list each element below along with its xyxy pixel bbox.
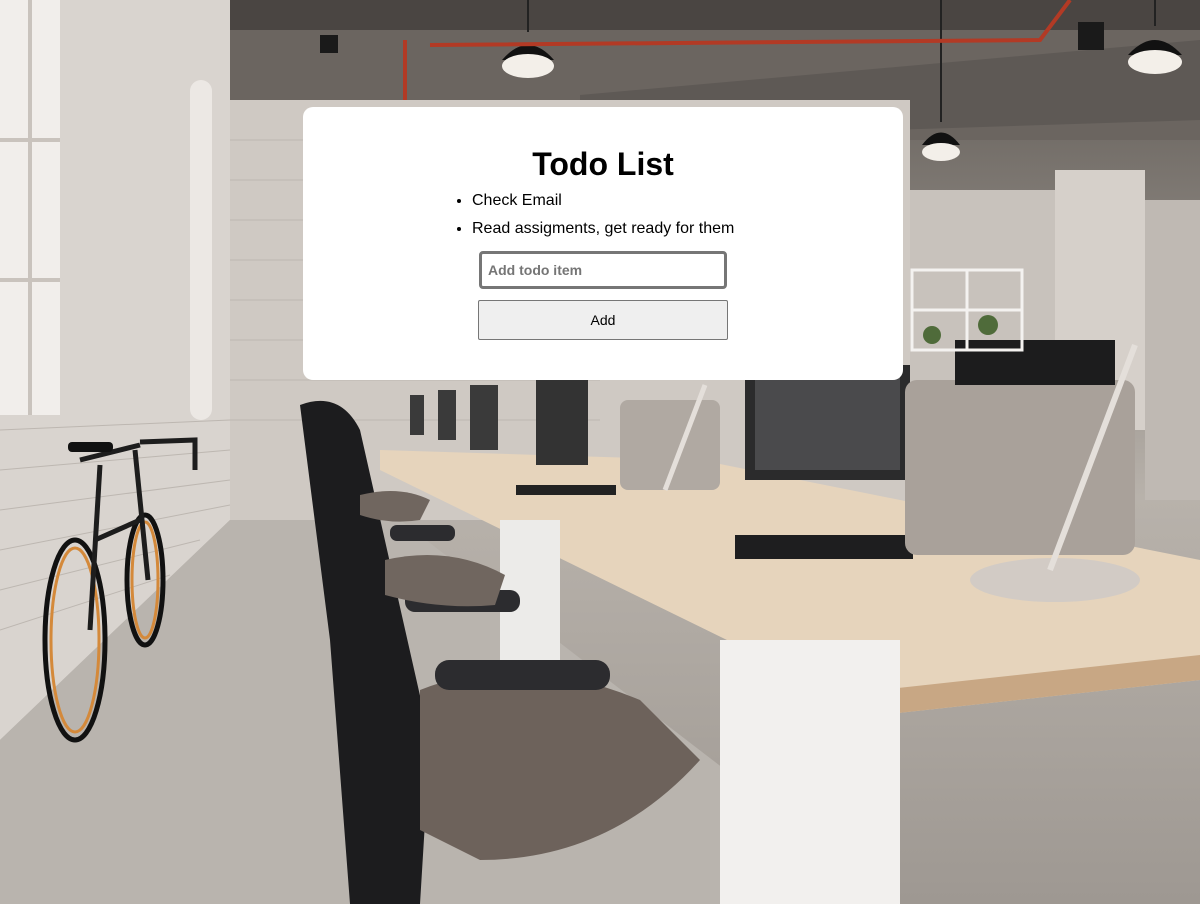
add-todo-input[interactable] [479, 251, 727, 289]
todo-card: Todo List Check Email Read assigments, g… [303, 107, 903, 380]
add-button[interactable]: Add [478, 300, 728, 340]
todo-item: Check Email [472, 191, 734, 219]
todo-list: Check Email Read assigments, get ready f… [454, 191, 734, 247]
page-title: Todo List [532, 146, 674, 182]
todo-item: Read assigments, get ready for them [472, 219, 734, 247]
